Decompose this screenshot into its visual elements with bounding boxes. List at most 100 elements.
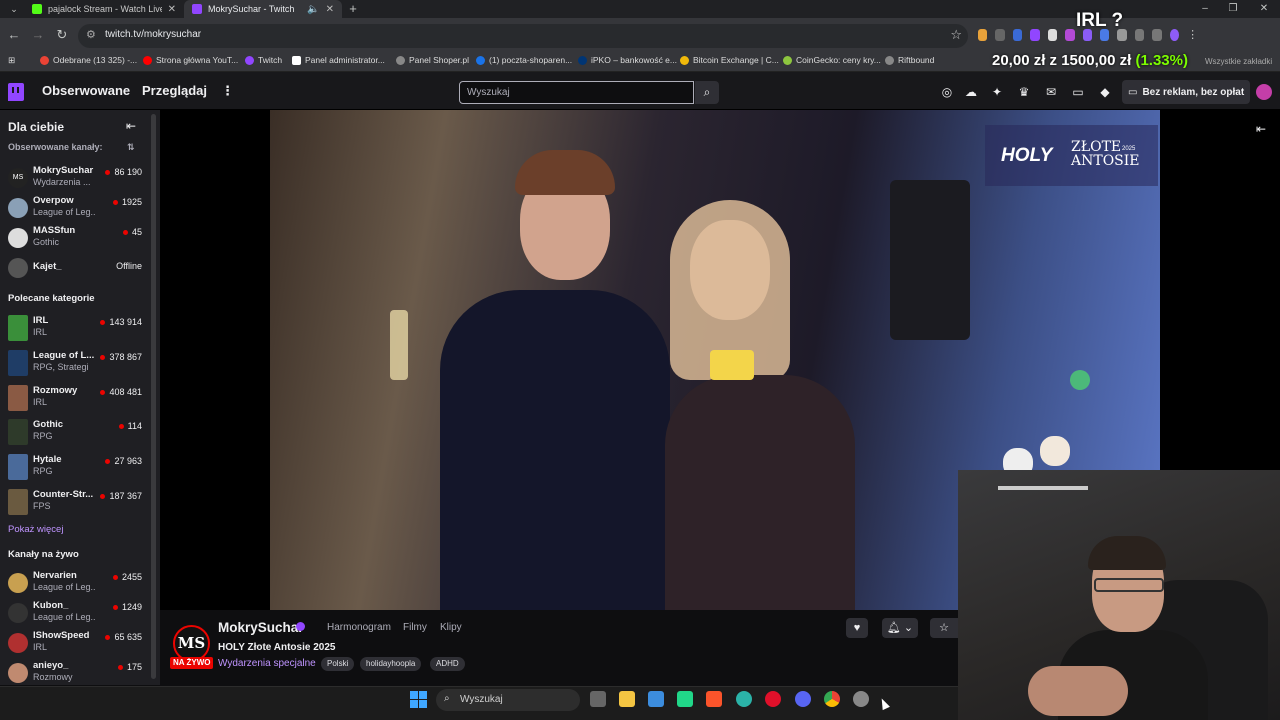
bookmark-star-icon[interactable]: ☆: [950, 27, 962, 43]
extension-icon[interactable]: [1065, 29, 1075, 41]
sidebar-item-nervarien[interactable]: Nervarien League of Leg... 2455: [0, 568, 150, 598]
reload-icon[interactable]: ↻: [54, 27, 70, 43]
sidebar-item-mokrysuchar[interactable]: MS MokrySuchar Wydarzenia ... 86 190: [0, 163, 150, 193]
bookmark-item[interactable]: Strona główna YouT...: [143, 55, 238, 65]
minimize-icon[interactable]: –: [1197, 1, 1213, 17]
menu-kebab-icon[interactable]: ⋮: [1187, 29, 1198, 41]
taskbar-search-input[interactable]: ⌕ Wyszukaj: [436, 689, 580, 711]
bookmark-item[interactable]: CoinGecko: ceny kry...: [783, 55, 881, 65]
bookmark-item[interactable]: Panel Shoper.pl: [396, 55, 469, 65]
crown-icon[interactable]: ◎: [940, 85, 954, 99]
no-ads-button[interactable]: ▭ Bez reklam, bez opłat: [1122, 80, 1251, 104]
sidebar-category-league[interactable]: League of L... RPG, Strategi 378 867: [0, 348, 150, 378]
notifications-button[interactable]: 🔔︎ ⌄: [882, 618, 918, 638]
sort-icon[interactable]: ⇅: [127, 142, 135, 153]
nav-followed[interactable]: Obserwowane: [42, 83, 130, 98]
whispers-icon[interactable]: ▭: [1071, 85, 1085, 99]
bookmark-item[interactable]: iPKO – bankowość e...: [578, 55, 677, 65]
brave-icon[interactable]: [706, 691, 722, 707]
bookmark-item[interactable]: Twitch: [245, 55, 282, 65]
tag-adhd[interactable]: ADHD: [430, 657, 465, 671]
sidebar-category-irl[interactable]: IRL IRL 143 914: [0, 313, 150, 343]
close-tab-icon[interactable]: ✕: [326, 4, 334, 15]
sidebar-item-kajet[interactable]: Kajet_ Offline: [0, 253, 150, 283]
settings-icon[interactable]: [853, 691, 869, 707]
tab-clips[interactable]: Klipy: [440, 622, 462, 633]
user-avatar[interactable]: [1256, 84, 1272, 100]
prime-icon[interactable]: ♛: [1017, 85, 1031, 99]
pycharm-icon[interactable]: [677, 691, 693, 707]
extension-icon[interactable]: [1030, 29, 1040, 41]
bookmark-item[interactable]: Riftbound: [885, 55, 934, 65]
media-icon[interactable]: [1134, 29, 1145, 41]
tag-polski[interactable]: Polski: [321, 657, 355, 671]
channel-name[interactable]: MokrySuchar: [218, 620, 304, 635]
close-window-icon[interactable]: ✕: [1256, 1, 1272, 17]
tab-schedule[interactable]: Harmonogram: [327, 622, 391, 633]
show-more-link[interactable]: Pokaż więcej: [8, 524, 63, 535]
expand-chat-icon[interactable]: ⇤: [1256, 122, 1266, 136]
speaker-icon[interactable]: 🔈: [307, 4, 319, 15]
extension-icon[interactable]: [995, 29, 1005, 41]
viewer-count-text: 1925: [121, 197, 142, 207]
nav-browse[interactable]: Przeglądaj: [142, 83, 207, 98]
collapse-sidebar-icon[interactable]: ⇤: [126, 119, 136, 133]
browser-tab-twitch[interactable]: MokrySuchar - Twitch 🔈 ✕: [184, 0, 342, 18]
gift-sub-button[interactable]: ☆: [930, 618, 958, 638]
discord-icon[interactable]: [795, 691, 811, 707]
extension-icon[interactable]: [1012, 29, 1023, 41]
sidepanel-icon[interactable]: [1152, 29, 1162, 41]
extension-icon[interactable]: [978, 29, 988, 41]
search-button[interactable]: ⌕: [695, 81, 719, 104]
restore-icon[interactable]: ❐: [1225, 1, 1241, 17]
task-view-icon[interactable]: [590, 691, 606, 707]
stream-category-link[interactable]: Wydarzenia specjalne: [218, 658, 316, 669]
sidebar-scrollbar[interactable]: [151, 114, 156, 679]
bits-icon[interactable]: ◆: [1098, 85, 1112, 99]
sidebar-item-ishowspeed[interactable]: IShowSpeed IRL 65 635: [0, 628, 150, 658]
bookmark-item[interactable]: Odebrane (13 325) -...: [40, 55, 137, 65]
profile-avatar[interactable]: [1169, 29, 1180, 41]
follow-heart-button[interactable]: ♥: [846, 618, 868, 638]
viewer-count-text: 175: [126, 662, 142, 672]
trophy-icon[interactable]: ✦: [990, 85, 1004, 99]
twitch-logo-icon[interactable]: [8, 83, 24, 101]
ms-store-icon[interactable]: [648, 691, 664, 707]
windows-start-icon[interactable]: [410, 691, 427, 708]
extension-icon[interactable]: [1047, 29, 1058, 41]
chrome-icon[interactable]: [824, 691, 840, 707]
tab-search-icon[interactable]: ⌄: [6, 1, 22, 17]
sidebar-item-overpow[interactable]: Overpow League of Leg... 1925: [0, 193, 150, 223]
apps-grid-icon[interactable]: ⊞: [8, 55, 15, 66]
sidebar-category-hytale[interactable]: Hytale RPG 27 963: [0, 452, 150, 482]
sidebar-category-rozmowy[interactable]: Rozmowy IRL 408 481: [0, 383, 150, 413]
file-explorer-icon[interactable]: [619, 691, 635, 707]
back-icon[interactable]: ←: [6, 27, 22, 43]
sidebar-item-kubon[interactable]: Kubon_ League of Leg... 1249: [0, 598, 150, 628]
search-input[interactable]: Wyszukaj: [459, 81, 694, 104]
close-tab-icon[interactable]: ✕: [168, 4, 176, 15]
new-tab-button[interactable]: +: [345, 1, 361, 17]
inbox-icon[interactable]: ✉: [1044, 85, 1058, 99]
more-kebab-icon[interactable]: ⋮: [221, 83, 234, 99]
channel-category: League of Leg...: [33, 207, 95, 217]
browser-tab-kick[interactable]: pajalock Stream - Watch Live on ✕: [24, 0, 184, 18]
forward-icon[interactable]: →: [30, 27, 46, 43]
site-info-icon[interactable]: ⚙: [86, 28, 96, 41]
edge-icon[interactable]: [736, 691, 752, 707]
sidebar-category-counter-strike[interactable]: Counter-Str... FPS 187 367: [0, 487, 150, 517]
tag-holidayhoopla[interactable]: holidayhoopla: [360, 657, 422, 671]
bookmark-item[interactable]: Panel administrator...: [292, 55, 385, 65]
bookmark-item[interactable]: Bitcoin Exchange | C...: [680, 55, 779, 65]
party-icon[interactable]: ☁: [964, 85, 978, 99]
tab-title: pajalock Stream - Watch Live on: [48, 4, 162, 14]
sidebar-item-anieyo[interactable]: anieyo_ Rozmowy 175: [0, 658, 150, 688]
category-box-art: [8, 315, 28, 341]
tab-videos[interactable]: Filmy: [403, 622, 427, 633]
bookmark-item[interactable]: (1) poczta-shoparen...: [476, 55, 572, 65]
sidebar-item-massfun[interactable]: MASSfun Gothic 45: [0, 223, 150, 253]
sidebar-category-gothic[interactable]: Gothic RPG 114: [0, 417, 150, 447]
all-bookmarks-link[interactable]: Wszystkie zakładki: [1205, 57, 1272, 66]
opera-icon[interactable]: [765, 691, 781, 707]
address-bar[interactable]: ⚙ twitch.tv/mokrysuchar ☆: [78, 24, 968, 48]
